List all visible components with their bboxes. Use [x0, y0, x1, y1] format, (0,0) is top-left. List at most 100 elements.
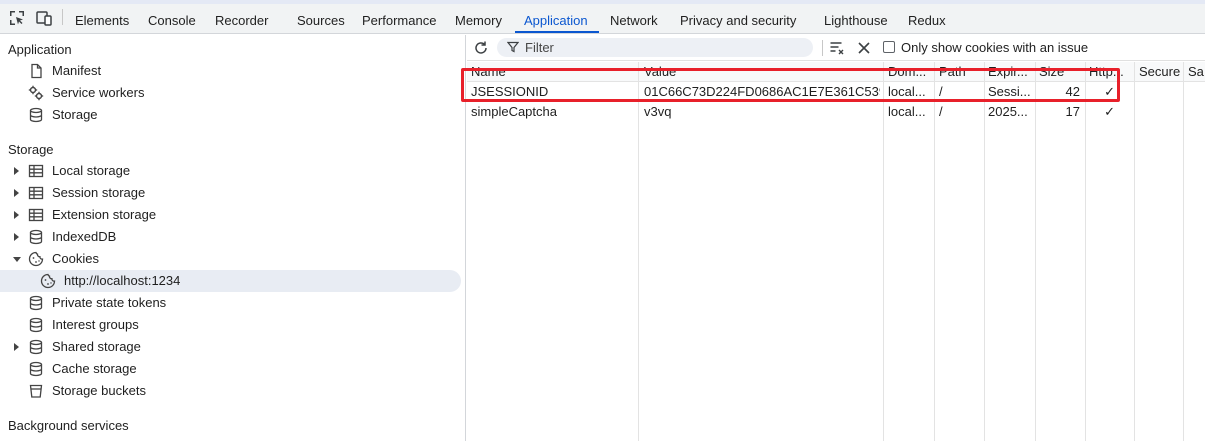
refresh-icon[interactable] — [473, 40, 489, 56]
column-header-httponly[interactable]: Http... — [1089, 64, 1132, 79]
sidebar-item-manifest[interactable]: Manifest — [0, 60, 460, 82]
cell-expires: 2025... — [988, 104, 1028, 119]
sidebar-item-private-state-tokens[interactable]: Private state tokens — [0, 292, 460, 314]
sidebar-item-label: IndexedDB — [52, 229, 117, 244]
active-tab-indicator — [515, 31, 599, 33]
tab-sources[interactable]: Sources — [297, 0, 345, 34]
cell-value: v3vq — [644, 104, 672, 119]
cookies-table: Name Value Dom... Path Expir... Size Htt… — [467, 62, 1205, 441]
database-icon — [29, 339, 43, 355]
only-issue-label[interactable]: Only show cookies with an issue — [901, 40, 1088, 55]
cell-name: simpleCaptcha — [471, 104, 557, 119]
sidebar-item-label: http://localhost:1234 — [64, 273, 181, 288]
device-toolbar-icon[interactable] — [35, 9, 53, 27]
table-row[interactable]: JSESSIONID 01C66C73D224FD0686AC1E7E361C5… — [467, 82, 1205, 102]
database-icon — [29, 295, 43, 311]
tab-elements[interactable]: Elements — [75, 0, 129, 34]
sidebar-item-label: Session storage — [52, 185, 146, 200]
section-title-application: Application — [8, 42, 72, 57]
tab-application[interactable]: Application — [524, 0, 588, 34]
delete-selected-icon[interactable] — [856, 40, 872, 56]
cell-size: 42 — [1065, 84, 1080, 99]
table-icon — [28, 208, 44, 222]
expand-arrow-icon[interactable] — [14, 189, 19, 197]
table-row[interactable]: simpleCaptcha v3vq local... / 2025... 17… — [467, 102, 1205, 122]
tab-console[interactable]: Console — [148, 0, 196, 34]
cookies-toolbar: Filter Only show cookies with an issue — [467, 35, 1205, 61]
tab-recorder[interactable]: Recorder — [215, 0, 268, 34]
filter-placeholder: Filter — [525, 40, 554, 55]
cookie-icon — [28, 251, 44, 267]
expand-arrow-icon[interactable] — [14, 343, 19, 351]
column-header-value[interactable]: Value — [644, 64, 879, 79]
sidebar-item-extension-storage[interactable]: Extension storage — [0, 204, 460, 226]
database-icon — [29, 317, 43, 333]
inspect-element-icon[interactable] — [8, 9, 26, 27]
filter-input[interactable]: Filter — [497, 38, 813, 57]
sidebar-item-cookie-origin[interactable]: http://localhost:1234 — [0, 270, 460, 292]
sidebar-item-indexeddb[interactable]: IndexedDB — [0, 226, 460, 248]
toolbar-divider — [62, 9, 63, 25]
column-header-domain[interactable]: Dom... — [888, 64, 932, 79]
cell-expires: Sessi... — [988, 84, 1031, 99]
expand-arrow-icon[interactable] — [14, 211, 19, 219]
tab-performance[interactable]: Performance — [362, 0, 436, 34]
sidebar-item-shared-storage[interactable]: Shared storage — [0, 336, 460, 358]
cell-domain: local... — [888, 104, 926, 119]
sidebar-item-label: Local storage — [52, 163, 131, 178]
column-header-secure[interactable]: Secure — [1139, 64, 1183, 79]
expand-arrow-icon[interactable] — [14, 233, 19, 241]
sidebar-item-service-workers[interactable]: Service workers — [0, 82, 460, 104]
sidebar-item-label: Storage — [52, 107, 98, 122]
tab-redux[interactable]: Redux — [908, 0, 946, 34]
sidebar-item-label: Private state tokens — [52, 295, 167, 310]
cell-name: JSESSIONID — [471, 84, 549, 99]
devtools-tab-bar: Elements Console Recorder Sources Perfor… — [0, 0, 1205, 34]
sidebar-item-cache-storage[interactable]: Cache storage — [0, 358, 460, 380]
section-title-background-services: Background services — [8, 418, 129, 433]
filter-icon — [507, 41, 519, 53]
column-header-name[interactable]: Name — [471, 64, 631, 79]
database-icon — [29, 361, 43, 377]
sidebar-item-label: Interest groups — [52, 317, 139, 332]
tab-network[interactable]: Network — [610, 0, 658, 34]
sidebar-item-label: Cache storage — [52, 361, 137, 376]
cell-size: 17 — [1065, 104, 1080, 119]
cell-httponly: ✓ — [1104, 84, 1115, 99]
sidebar-item-label: Shared storage — [52, 339, 141, 354]
sidebar-item-label: Cookies — [52, 251, 99, 266]
tab-memory[interactable]: Memory — [455, 0, 502, 34]
tab-privacy-and-security[interactable]: Privacy and security — [680, 0, 796, 34]
application-sidebar: Application Manifest Service workers Sto… — [0, 35, 466, 441]
cell-path: / — [939, 84, 943, 99]
sidebar-item-label: Storage buckets — [52, 383, 146, 398]
expand-arrow-icon[interactable] — [14, 167, 19, 175]
sidebar-item-label: Service workers — [52, 85, 145, 100]
bucket-icon — [29, 384, 43, 398]
sidebar-item-interest-groups[interactable]: Interest groups — [0, 314, 460, 336]
column-header-samesite[interactable]: Sa — [1188, 64, 1205, 79]
cell-httponly: ✓ — [1104, 104, 1115, 119]
sidebar-item-cookies[interactable]: Cookies — [0, 248, 460, 270]
tab-lighthouse[interactable]: Lighthouse — [824, 0, 888, 34]
column-header-path[interactable]: Path — [939, 64, 983, 79]
sidebar-item-storage-buckets[interactable]: Storage buckets — [0, 380, 460, 402]
database-icon — [29, 229, 43, 245]
toolbar-divider — [822, 40, 823, 56]
cell-value: 01C66C73D224FD0686AC1E7E361C539E — [644, 84, 880, 99]
clear-filtered-cookies-icon[interactable] — [829, 40, 845, 56]
database-icon — [29, 107, 43, 123]
only-issue-checkbox[interactable] — [883, 41, 895, 53]
sidebar-item-storage-overview[interactable]: Storage — [0, 104, 460, 126]
sidebar-item-session-storage[interactable]: Session storage — [0, 182, 460, 204]
cookie-icon — [40, 273, 56, 289]
collapse-arrow-icon[interactable] — [13, 257, 21, 262]
column-header-expires[interactable]: Expir... — [988, 64, 1033, 79]
section-title-storage: Storage — [8, 142, 54, 157]
sidebar-item-local-storage[interactable]: Local storage — [0, 160, 460, 182]
column-header-size[interactable]: Size — [1039, 64, 1083, 79]
table-icon — [28, 164, 44, 178]
document-icon — [31, 63, 42, 79]
table-icon — [28, 186, 44, 200]
cell-domain: local... — [888, 84, 926, 99]
